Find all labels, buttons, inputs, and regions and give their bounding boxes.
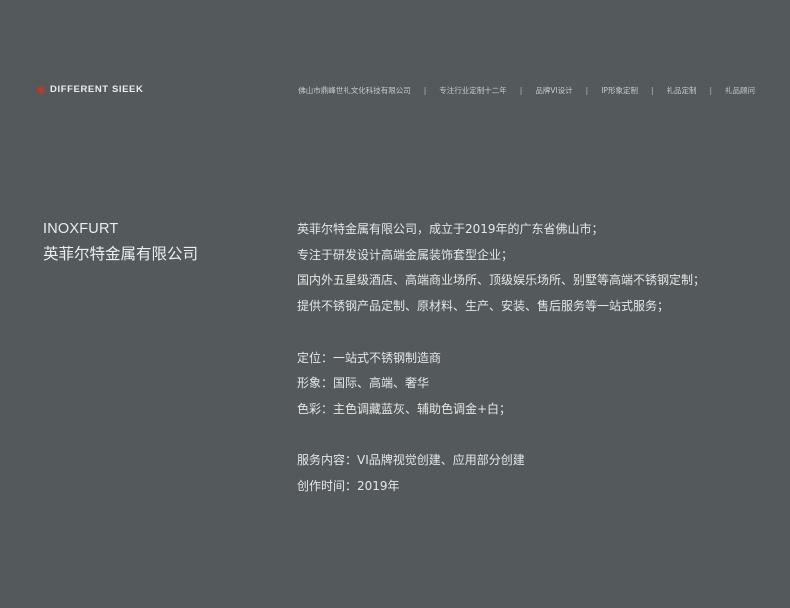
service-content-line: 服务内容：VI品牌视觉创建、应用部分创建: [297, 453, 525, 468]
intro-line: 英菲尔特金属有限公司，成立于2019年的广东省佛山市；: [297, 222, 604, 236]
top-nav: 佛山市鼎峰世礼文化科技有限公司 | 专注行业定制十二年 | 品牌VI设计 | I…: [298, 85, 755, 96]
logo-text: DIFFERENT SIEEK: [50, 84, 144, 95]
intro-paragraph: 英菲尔特金属有限公司，成立于2019年的广东省佛山市； 专注于研发设计高端金属装…: [297, 217, 767, 320]
positioning-paragraph: 定位：一站式不锈钢制造商 形象：国际、高端、奢华 色彩：主色调藏蓝灰、辅助色调金…: [297, 346, 767, 423]
nav-item-ip-image[interactable]: IP形象定制: [601, 85, 638, 96]
service-paragraph: 服务内容：VI品牌视觉创建、应用部分创建 创作时间：2019年: [297, 448, 767, 499]
asterisk-burst-icon: [36, 84, 46, 95]
brand-block: INOXFURT 英菲尔特金属有限公司: [43, 220, 198, 264]
nav-separator: |: [423, 86, 427, 95]
logo[interactable]: DIFFERENT SIEEK: [36, 84, 143, 95]
positioning-line: 定位：一站式不锈钢制造商: [297, 350, 442, 365]
nav-separator: |: [650, 86, 654, 95]
intro-line: 国内外五星级酒店、高端商业场所、顶级娱乐场所、别墅等高端不锈钢定制；: [297, 273, 706, 288]
nav-separator: |: [519, 86, 523, 95]
brand-name-en: INOXFURT: [43, 221, 119, 237]
nav-item-company[interactable]: 佛山市鼎峰世礼文化科技有限公司: [298, 85, 411, 96]
description-block: 英菲尔特金属有限公司，成立于2019年的广东省佛山市； 专注于研发设计高端金属装…: [297, 217, 767, 500]
nav-item-gift-custom[interactable]: 礼品定制: [666, 85, 696, 96]
nav-item-twelve-years[interactable]: 专注行业定制十二年: [439, 85, 507, 96]
image-line: 形象：国际、高端、奢华: [297, 376, 430, 391]
nav-separator: |: [585, 86, 589, 95]
creation-time-line: 创作时间：2019年: [297, 479, 400, 493]
intro-line: 专注于研发设计高端金属装饰套型企业；: [297, 247, 514, 262]
nav-separator: |: [709, 86, 712, 95]
header: DIFFERENT SIEEK 佛山市鼎峰世礼文化科技有限公司 | 专注行业定制…: [0, 82, 790, 100]
brand-name-cn: 英菲尔特金属有限公司: [43, 245, 199, 263]
nav-item-gift-consultant[interactable]: 礼品顾问: [725, 85, 755, 96]
intro-line: 提供不锈钢产品定制、原材料、生产、安装、售后服务等一站式服务；: [297, 299, 670, 314]
nav-item-vi-design[interactable]: 品牌VI设计: [535, 85, 572, 96]
color-line: 色彩：主色调藏蓝灰、辅助色调金+白；: [297, 401, 512, 416]
